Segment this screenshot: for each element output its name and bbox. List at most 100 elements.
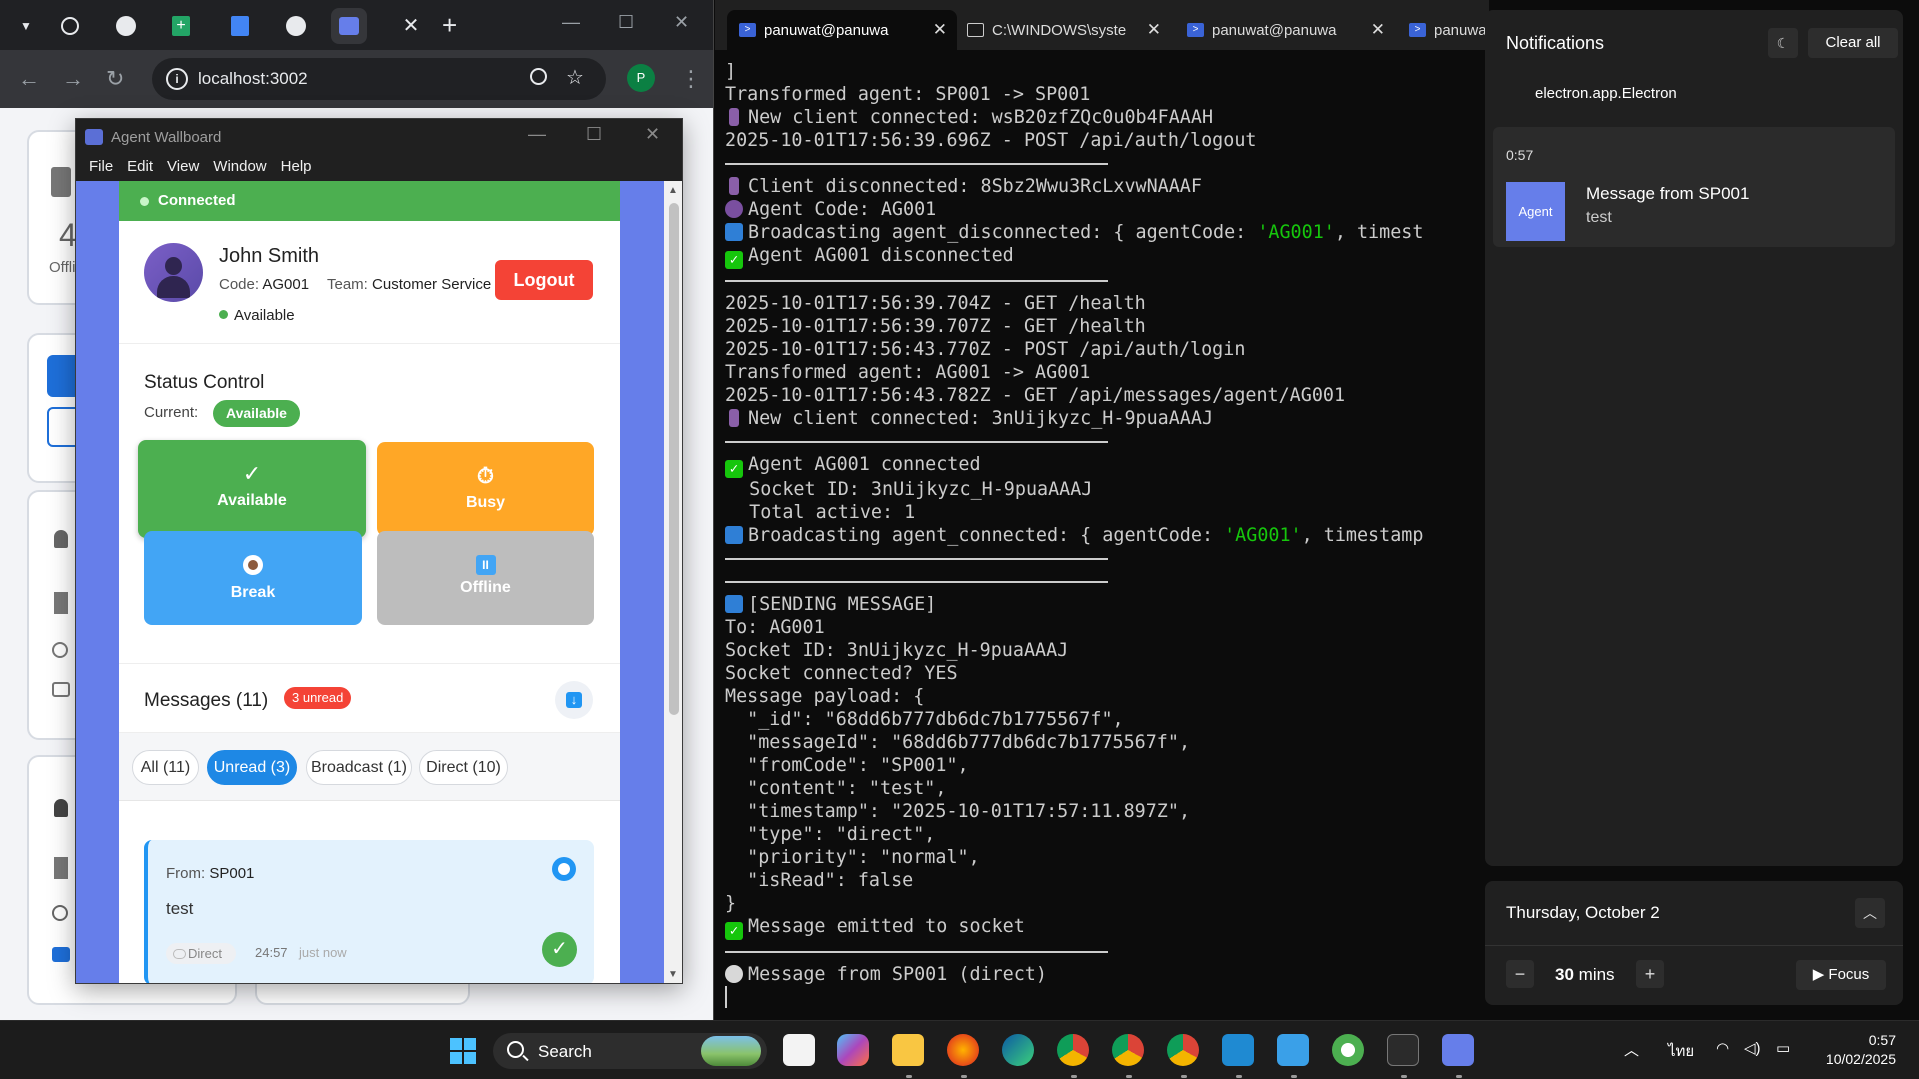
background-status: Offli — [49, 259, 76, 276]
menu-help[interactable]: Help — [274, 155, 319, 181]
menu-edit[interactable]: Edit — [120, 155, 160, 181]
do-not-disturb-button[interactable]: ☾ — [1768, 28, 1798, 58]
wifi-icon[interactable]: ◠ — [1716, 1039, 1729, 1057]
menu-window[interactable]: Window — [206, 155, 273, 181]
battery-icon[interactable]: ▭ — [1776, 1039, 1790, 1057]
filter-all[interactable]: All (11) — [132, 750, 199, 785]
scroll-thumb[interactable] — [669, 203, 679, 715]
terminal-icon[interactable] — [1387, 1034, 1419, 1066]
terminal-line: "fromCode": "SP001", — [725, 755, 969, 776]
terminal-tab-2[interactable]: C:\WINDOWS\syste ✕ — [955, 10, 1171, 50]
notification-item[interactable]: 0:57 Agent Message from SP001 test — [1493, 127, 1895, 247]
agent-app-icon[interactable] — [1442, 1034, 1474, 1066]
chrome-icon[interactable] — [1057, 1034, 1089, 1066]
chrome-profile-icon[interactable] — [1112, 1034, 1144, 1066]
notepad-icon[interactable] — [1277, 1034, 1309, 1066]
status-available-label: Available — [217, 492, 287, 509]
status-busy-button[interactable]: ⏱ Busy — [377, 442, 594, 536]
maximize-button[interactable]: ☐ — [618, 12, 634, 33]
clear-all-button[interactable]: Clear all — [1808, 28, 1898, 58]
status-break-button[interactable]: Break — [144, 531, 362, 625]
menu-file[interactable]: File — [82, 155, 120, 181]
close-icon[interactable]: ✕ — [933, 20, 947, 40]
terminal-tab-1[interactable]: > panuwat@panuwa ✕ — [727, 10, 957, 50]
browser-toolbar: ← → ↻ i localhost:3002 ☆ P ⋮ — [0, 50, 713, 108]
input-language[interactable]: ไทย — [1668, 1039, 1694, 1063]
message-item[interactable]: From: SP001 test Direct 24:57 just now ✓ — [144, 840, 594, 983]
tab-openai[interactable] — [52, 8, 88, 44]
copilot-icon[interactable] — [837, 1034, 869, 1066]
tab-sheets[interactable]: + — [163, 8, 199, 44]
terminal-tab-4[interactable]: > panuwa — [1397, 10, 1489, 50]
terminal-tab-3[interactable]: > panuwat@panuwa ✕ — [1175, 10, 1395, 50]
scroll-up-icon[interactable]: ▲ — [668, 185, 678, 196]
coffee-icon — [243, 555, 263, 575]
profile-avatar[interactable]: P — [627, 64, 655, 92]
status-break-label: Break — [230, 584, 276, 601]
start-button[interactable] — [450, 1038, 476, 1064]
agent-wallboard-window: Agent Wallboard — ☐ ✕ File Edit View Win… — [75, 118, 683, 984]
app-close-button[interactable]: ✕ — [645, 124, 660, 145]
mongodb-compass-icon[interactable] — [1332, 1034, 1364, 1066]
filter-unread[interactable]: Unread (3) — [207, 750, 297, 785]
app-scrollbar[interactable]: ▲ ▼ — [664, 181, 682, 983]
volume-icon[interactable]: ◁) — [1744, 1039, 1761, 1057]
store-icon[interactable] — [783, 1034, 815, 1066]
close-icon[interactable]: ✕ — [1147, 20, 1161, 40]
close-tab-button[interactable]: ✕ — [396, 10, 426, 40]
tab-search-menu[interactable]: ▼ — [8, 8, 44, 44]
vscode-icon[interactable] — [1222, 1034, 1254, 1066]
back-button[interactable]: ← — [18, 64, 40, 94]
taskbar-clock[interactable]: 0:57 10/02/2025 — [1816, 1031, 1896, 1069]
focus-increase-button[interactable]: + — [1636, 960, 1664, 988]
close-icon[interactable]: ✕ — [1371, 20, 1385, 40]
tab-github[interactable] — [108, 8, 144, 44]
running-indicator — [961, 1075, 967, 1078]
focus-decrease-button[interactable]: − — [1506, 960, 1534, 988]
taskbar-search[interactable]: Search — [493, 1033, 767, 1069]
close-window-button[interactable]: ✕ — [674, 12, 689, 33]
file-explorer-icon[interactable] — [892, 1034, 924, 1066]
current-status-badge: Available — [213, 400, 300, 427]
show-hidden-icons-button[interactable]: ︿ — [1624, 1039, 1639, 1060]
tab-localhost[interactable] — [331, 8, 367, 44]
edge-icon[interactable] — [1002, 1034, 1034, 1066]
kebab-menu-icon[interactable]: ⋮ — [680, 64, 702, 94]
chrome-profile-p-icon[interactable] — [1167, 1034, 1199, 1066]
status-available-button[interactable]: ✓ Available — [138, 440, 366, 538]
focus-button[interactable]: ▶ Focus — [1796, 960, 1886, 990]
tab-github-2[interactable] — [278, 8, 314, 44]
terminal-line: "content": "test", — [725, 778, 947, 799]
minimize-button[interactable]: — — [562, 12, 580, 33]
status-busy-label: Busy — [465, 494, 506, 511]
terminal-line: 2025-10-01T17:56:39.704Z - GET /health — [725, 293, 1146, 314]
reload-button[interactable]: ↻ — [106, 64, 124, 94]
app-minimize-button[interactable]: — — [528, 124, 546, 145]
logout-button[interactable]: Logout — [495, 260, 593, 300]
status-offline-button[interactable]: II Offline — [377, 531, 594, 625]
expand-calendar-button[interactable]: ︿ — [1855, 898, 1885, 928]
forward-button[interactable]: → — [62, 64, 84, 94]
url-text: localhost:3002 — [198, 69, 308, 88]
filter-broadcast[interactable]: Broadcast (1) — [306, 750, 412, 785]
menu-view[interactable]: View — [160, 155, 206, 181]
unread-indicator[interactable] — [552, 857, 576, 881]
address-bar[interactable]: i localhost:3002 ☆ — [152, 58, 606, 100]
tab-docs[interactable] — [222, 8, 258, 44]
new-tab-button[interactable]: + — [442, 8, 457, 42]
firefox-icon[interactable] — [947, 1034, 979, 1066]
scroll-down-icon[interactable]: ▼ — [668, 969, 678, 980]
bookmark-star-icon[interactable]: ☆ — [566, 65, 584, 90]
plug-icon — [729, 409, 739, 427]
check-icon: ✓ — [242, 461, 262, 486]
download-icon: ↓ — [566, 692, 582, 708]
site-info-icon[interactable]: i — [166, 68, 188, 90]
download-messages-button[interactable]: ↓ — [555, 681, 593, 719]
zoom-icon[interactable] — [530, 68, 547, 85]
app-maximize-button[interactable]: ☐ — [586, 124, 602, 145]
filter-direct[interactable]: Direct (10) — [419, 750, 508, 785]
check-icon: ✓ — [725, 251, 743, 269]
terminal-output[interactable]: ] Transformed agent: SP001 -> SP001 New … — [725, 60, 1485, 1010]
connection-dot-icon — [140, 197, 149, 206]
mark-read-button[interactable]: ✓ — [542, 932, 577, 967]
